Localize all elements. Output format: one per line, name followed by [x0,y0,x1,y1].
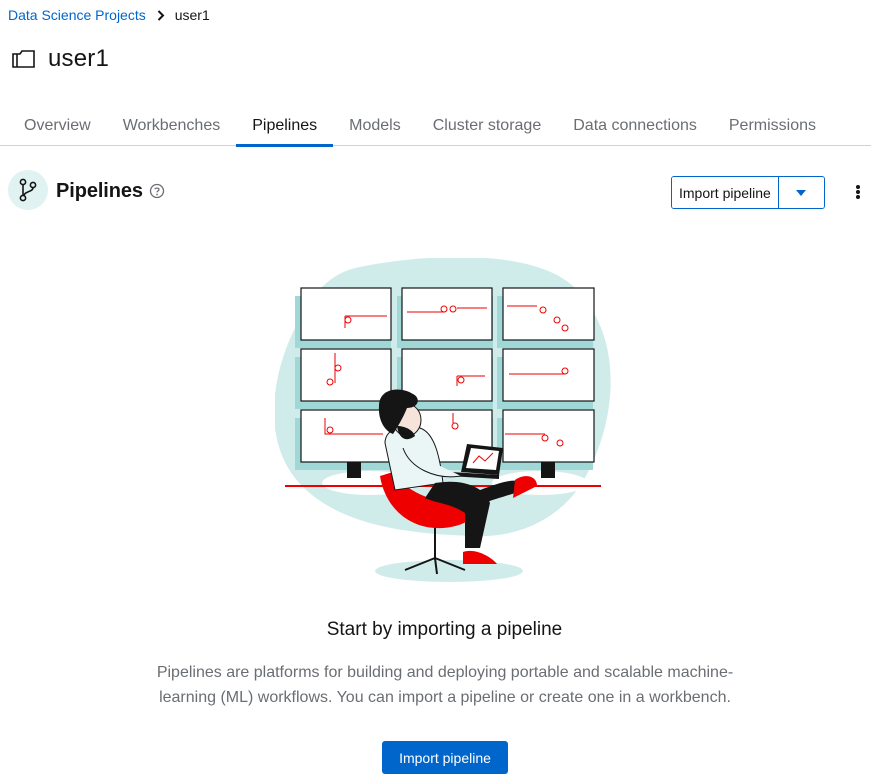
empty-state-body: Pipelines are platforms for building and… [156,664,734,706]
page-header: user1 [12,44,109,74]
import-pipeline-split-button: Import pipeline [671,176,825,209]
tab-data-connections[interactable]: Data connections [557,106,713,146]
breadcrumb-link-data-science-projects[interactable]: Data Science Projects [8,7,146,23]
empty-state-illustration [274,256,620,588]
breadcrumb-current: user1 [174,7,210,23]
project-tabs: Overview Workbenches Pipelines Models Cl… [0,106,871,147]
tab-permissions[interactable]: Permissions [713,106,832,146]
empty-state-import-pipeline-button[interactable]: Import pipeline [382,741,508,774]
help-circle-icon[interactable] [149,183,165,199]
import-pipeline-button[interactable]: Import pipeline [672,177,779,208]
tab-workbenches[interactable]: Workbenches [107,106,237,146]
caret-down-icon[interactable] [778,177,824,208]
pipeline-branch-icon [8,170,48,210]
tab-cluster-storage[interactable]: Cluster storage [417,106,558,146]
chevron-right-icon [157,9,165,21]
section-title: Pipelines [56,180,143,202]
page-title: user1 [48,45,110,72]
pipelines-section-header: Pipelines Import pipeline [8,170,863,212]
project-folder-icon [12,49,36,69]
tab-models[interactable]: Models [333,106,417,146]
kebab-menu-icon[interactable] [854,183,862,201]
tab-pipelines[interactable]: Pipelines [236,106,334,147]
tab-overview[interactable]: Overview [0,106,107,146]
empty-state-title: Start by importing a pipeline [326,619,563,640]
breadcrumb: Data Science Projects user1 [8,6,210,24]
